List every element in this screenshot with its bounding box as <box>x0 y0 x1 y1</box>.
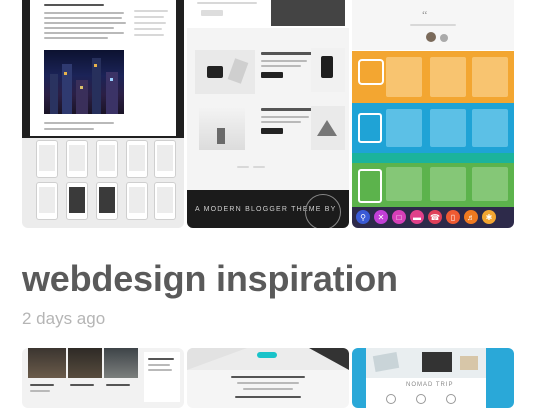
phone-photo <box>311 48 345 92</box>
pin-blogger-theme[interactable]: A MODERN BLOGGER THEME BY <box>187 0 349 228</box>
pricing-header: “ <box>352 0 514 50</box>
app-photo-dark <box>28 348 66 378</box>
wireframe-phone <box>96 182 118 220</box>
travel-page: NOMAD TRIP <box>366 378 486 408</box>
wireframe-phone <box>66 140 88 178</box>
app-photo-dark <box>104 348 138 378</box>
wireframe-phone <box>126 182 148 220</box>
wireframe-phone <box>36 140 58 178</box>
pin-travel-site[interactable]: NOMAD TRIP <box>352 348 514 408</box>
pricing-green-block <box>352 163 514 207</box>
puzzle-icon: ✱ <box>482 210 496 224</box>
board-updated-time: 2 days ago <box>22 309 106 328</box>
phone-icon: ☎ <box>428 210 442 224</box>
pin-pricing-tables[interactable]: “ ⚲ ✕ □ ▬ ☎ ▯ ♬ ✱ <box>352 0 514 228</box>
wireframe-phone <box>126 140 148 178</box>
pin-blog-article-wireframes[interactable] <box>22 0 184 228</box>
board-title[interactable]: webdesign inspiration <box>22 258 398 300</box>
pin-mobile-app-design[interactable] <box>22 348 184 408</box>
search-icon: ⚲ <box>356 210 370 224</box>
article-screenshot <box>22 0 184 138</box>
folder-icon: ▬ <box>410 210 424 224</box>
close-icon: ✕ <box>374 210 388 224</box>
wireframe-phone <box>66 182 88 220</box>
pin-landing-page[interactable] <box>187 348 349 408</box>
wireframe-phone <box>96 140 118 178</box>
pricing-orange-block <box>352 51 514 103</box>
landing-hero <box>187 348 349 370</box>
article-page <box>30 0 176 136</box>
icon-strip: ⚲ ✕ □ ▬ ☎ ▯ ♬ ✱ <box>352 207 514 228</box>
wireframe-phone <box>154 182 176 220</box>
blog-heading-1 <box>261 52 315 55</box>
snow-photo <box>199 108 245 150</box>
travel-heading: NOMAD TRIP <box>406 382 454 388</box>
desk-photo <box>195 50 255 94</box>
mobile-icon: ▯ <box>446 210 460 224</box>
headphones-icon: ♬ <box>464 210 478 224</box>
mountain-photo <box>311 106 345 150</box>
chat-icon: □ <box>392 210 406 224</box>
blog-header-strip <box>187 0 349 28</box>
app-photo-dark <box>68 348 102 378</box>
pricing-blue-block <box>352 103 514 153</box>
wireframe-phone <box>36 182 58 220</box>
city-night-photo <box>44 50 124 114</box>
pricing-teal-block <box>352 153 514 163</box>
blog-footer-banner: A MODERN BLOGGER THEME BY <box>187 190 349 228</box>
wireframe-phone <box>154 140 176 178</box>
desk-flatlay-photo <box>366 348 486 378</box>
